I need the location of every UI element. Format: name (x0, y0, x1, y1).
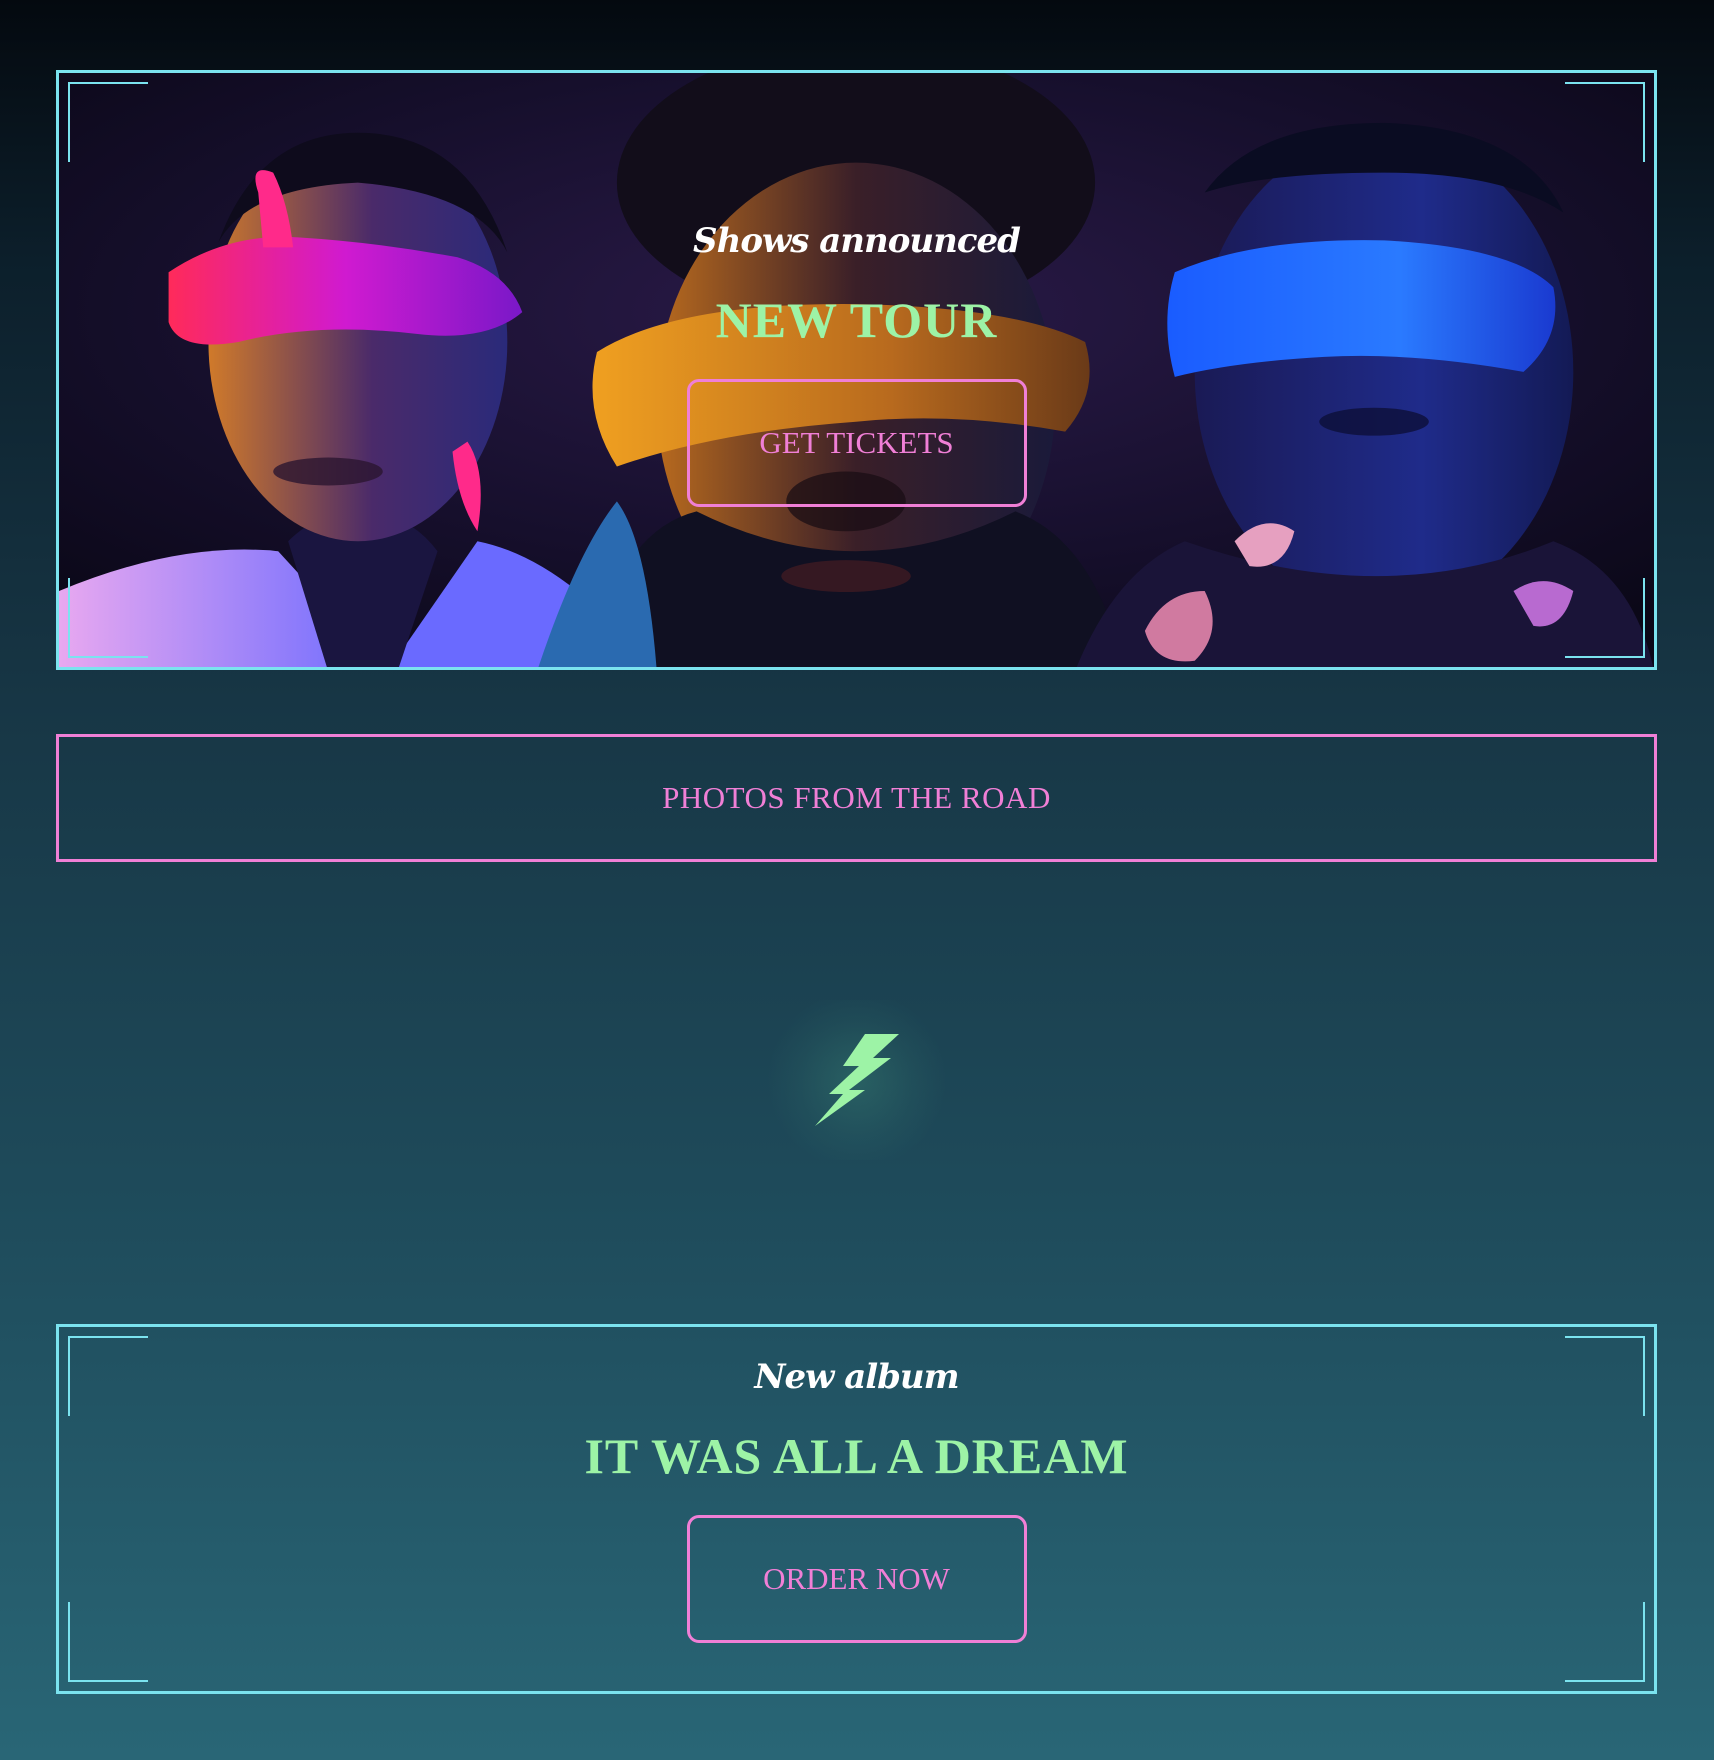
album-banner-content: New album IT WAS ALL A DREAM ORDER NOW (59, 1327, 1654, 1691)
get-tickets-button[interactable]: GET TICKETS (686, 379, 1027, 507)
tour-eyebrow: Shows announced (693, 221, 1021, 261)
tour-banner: Shows announced NEW TOUR GET TICKETS (56, 70, 1657, 670)
order-now-button[interactable]: ORDER NOW (686, 1515, 1027, 1643)
album-eyebrow: New album (754, 1357, 959, 1397)
lightning-bolt-icon (815, 1034, 899, 1126)
photos-from-the-road-label: PHOTOS FROM THE ROAD (662, 780, 1051, 815)
tour-title: NEW TOUR (715, 292, 998, 348)
photos-from-the-road-button[interactable]: PHOTOS FROM THE ROAD (56, 734, 1657, 862)
section-divider (757, 1000, 957, 1160)
album-banner: New album IT WAS ALL A DREAM ORDER NOW (56, 1324, 1657, 1694)
tour-banner-content: Shows announced NEW TOUR GET TICKETS (59, 73, 1654, 667)
album-title: IT WAS ALL A DREAM (584, 1428, 1129, 1484)
